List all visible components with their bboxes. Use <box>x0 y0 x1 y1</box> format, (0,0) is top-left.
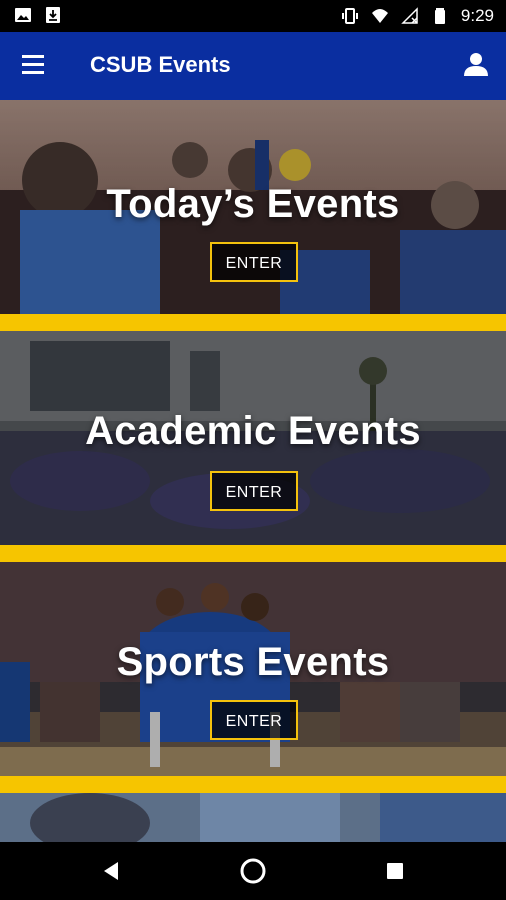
home-icon[interactable] <box>236 854 270 888</box>
enter-button[interactable]: ENTER <box>210 471 298 511</box>
panel-title: Academic Events <box>85 409 421 453</box>
next-panel-photo <box>0 793 506 842</box>
status-bar: 9:29 <box>0 0 506 32</box>
download-icon <box>46 7 60 23</box>
back-icon[interactable] <box>94 854 128 888</box>
wifi-icon <box>371 9 388 23</box>
gold-divider <box>0 545 506 562</box>
battery-icon <box>434 8 445 24</box>
recents-icon[interactable] <box>378 854 412 888</box>
app-title: CSUB Events <box>90 52 231 77</box>
enter-button[interactable]: ENTER <box>210 700 298 740</box>
person-icon[interactable] <box>460 48 492 80</box>
hamburger-menu-icon[interactable] <box>14 50 56 82</box>
gold-divider <box>0 314 506 331</box>
sports-events-panel[interactable]: Sports Events ENTER <box>0 562 506 776</box>
todays-events-panel[interactable]: Today’s Events ENTER <box>0 100 506 314</box>
academic-events-panel[interactable]: Academic Events ENTER <box>0 331 506 545</box>
panel-title: Sports Events <box>116 640 390 684</box>
no-signal-icon <box>401 7 418 24</box>
app-bar: CSUB Events <box>0 32 506 100</box>
enter-button[interactable]: ENTER <box>210 242 298 282</box>
vibrate-icon <box>341 8 358 24</box>
next-events-panel[interactable] <box>0 793 506 842</box>
status-time: 9:29 <box>460 6 494 25</box>
gold-divider <box>0 776 506 793</box>
panel-title: Today’s Events <box>106 182 400 226</box>
image-icon <box>15 8 31 22</box>
navigation-bar <box>0 842 506 900</box>
